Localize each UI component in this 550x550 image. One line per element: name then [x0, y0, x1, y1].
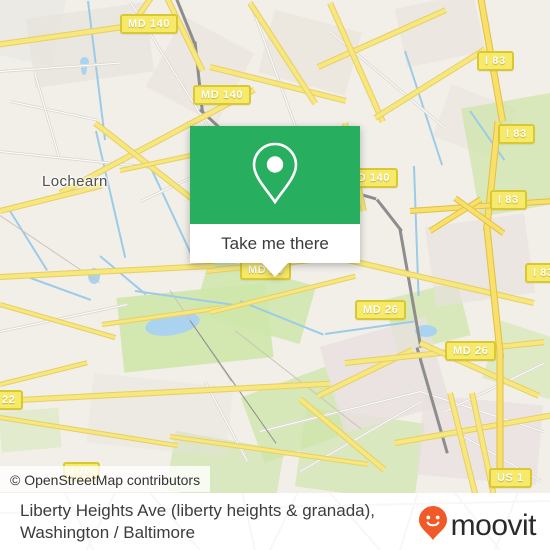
major-road[interactable] — [0, 302, 117, 340]
callout-pointer — [262, 263, 288, 277]
osm-attribution[interactable]: © OpenStreetMap contributors — [0, 466, 211, 492]
highway-shield[interactable]: 22 — [0, 390, 24, 410]
moovit-smiley-pin-icon — [418, 505, 448, 546]
highway-shield[interactable]: MD 26 — [355, 300, 407, 320]
highway-shield[interactable]: I 83 — [490, 190, 527, 210]
motorway-road[interactable] — [496, 353, 504, 474]
rail-line — [375, 198, 403, 232]
highway-shield[interactable]: MD 140 — [193, 85, 252, 105]
highway-shield[interactable]: US 1 — [489, 468, 532, 488]
location-title: Liberty Heights Ave (liberty heights & g… — [20, 500, 400, 544]
location-callout-card[interactable]: Take me there — [190, 126, 360, 277]
location-title-line1: Liberty Heights Ave (liberty heights & g… — [20, 501, 375, 520]
highway-shield[interactable]: MD 140 — [120, 14, 179, 34]
major-road[interactable] — [0, 262, 215, 280]
moovit-logo[interactable]: moovit — [418, 505, 537, 546]
highway-shield[interactable]: MD 26 — [445, 341, 497, 361]
footer-bar: Liberty Heights Ave (liberty heights & g… — [0, 493, 550, 550]
map-pin-icon — [249, 140, 301, 211]
stream — [99, 255, 147, 296]
highway-shield[interactable]: I 83 — [477, 51, 514, 71]
highway-shield[interactable]: I 83 — [498, 124, 535, 144]
location-title-line2: Washington / Baltimore — [20, 523, 196, 542]
moovit-wordmark: moovit — [450, 508, 537, 542]
callout-header — [190, 126, 360, 224]
major-road[interactable] — [0, 360, 88, 387]
stream — [24, 275, 92, 301]
stream — [95, 130, 127, 258]
stream — [9, 210, 48, 271]
take-me-there-label: Take me there — [221, 233, 329, 253]
minor-road[interactable] — [9, 100, 99, 122]
take-me-there-button[interactable]: Take me there — [190, 224, 360, 263]
moovit-map-screenshot: Lochearn MD 140 MD 140 I 83 I 83 I 83 I … — [0, 0, 550, 550]
highway-shield[interactable]: I 83 — [525, 263, 550, 283]
place-label-lochearn: Lochearn — [42, 173, 108, 190]
park-area — [0, 407, 62, 453]
